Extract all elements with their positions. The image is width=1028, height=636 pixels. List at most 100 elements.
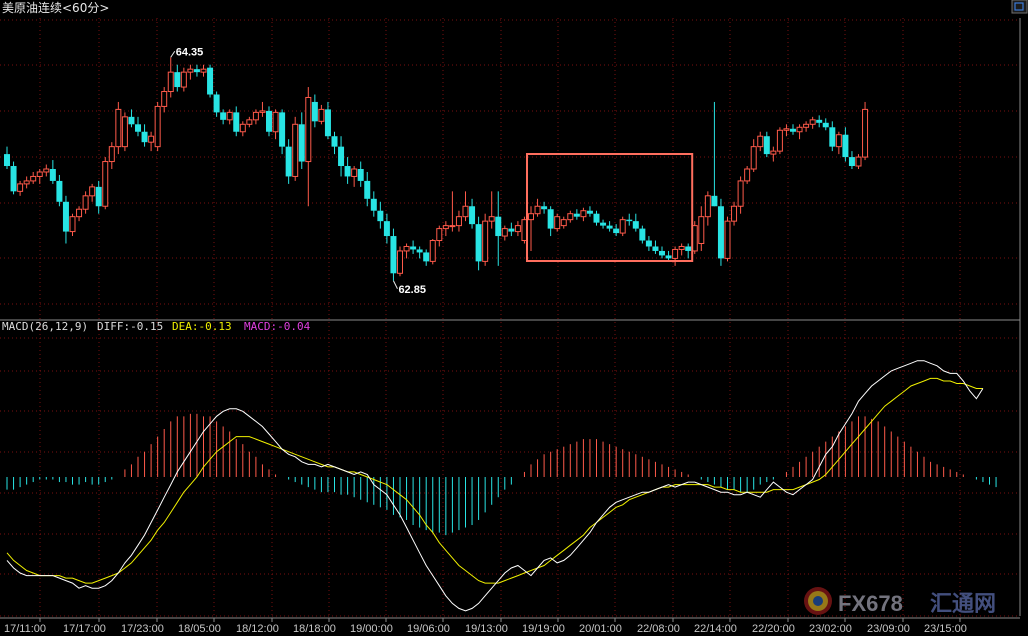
candle-body [89,186,96,197]
chart-title: 美原油连续<60分> [2,0,109,15]
candle-body [750,146,757,170]
candle-body [790,128,796,132]
candle-down [717,198,724,266]
watermark-subtext: 汇通网 [930,591,996,616]
candle-body [43,168,50,173]
candle-body [593,213,600,223]
candle-body [128,116,135,125]
candle-body [62,201,69,232]
candle-body [757,135,764,148]
candle-body [803,123,810,128]
candle-body [30,175,37,182]
candle-body [429,240,436,262]
candle-body [560,219,567,227]
x-tick-label: 23/09:00 [867,623,910,635]
watermark-text: FX678 [838,591,903,616]
candle-body [95,186,102,207]
candle-body [180,71,187,88]
candle-body [364,180,371,199]
candle-body [547,209,554,229]
candle-body [193,69,200,73]
candle-body [855,156,862,167]
candle-body [731,205,738,222]
candle-body [862,108,869,158]
candle-body [121,116,128,148]
candle-body [135,124,141,132]
candle-body [410,246,417,250]
candle-up [154,101,161,152]
candle-body [4,154,10,167]
x-tick-label: 19/19:00 [522,623,565,635]
candle-up [102,157,109,210]
candle-body [226,111,233,121]
candle-body [796,126,803,133]
x-tick-label: 17/23:00 [121,623,164,635]
macd-value-label: MACD:-0.04 [244,320,311,333]
x-tick-label: 19/06:00 [407,623,450,635]
candle-body [10,166,17,192]
candle-body [324,109,331,137]
candle-body [213,94,220,113]
candle-down [266,106,272,137]
window-restore-icon[interactable] [1011,0,1028,14]
candle-body [501,228,508,237]
candle-body [717,206,724,259]
candle-body [292,123,299,177]
candle-up [724,216,731,262]
candle-body [246,119,253,125]
candle-up [619,216,626,237]
x-tick-label: 19/00:00 [350,623,393,635]
candle-body [809,119,816,125]
x-tick-label: 23/15:00 [924,623,967,635]
candle-body [514,225,521,233]
candle-body [311,101,318,122]
candle-body [835,134,842,148]
candle-body [115,108,122,148]
candle-body [469,206,476,225]
candle-body [554,216,561,230]
candle-body [698,216,705,244]
candle-body [239,123,246,133]
candle-body [737,180,744,207]
candle-down [390,228,397,281]
macd-header: MACD(26,12,9) DIFF:-0.15 DEA:-0.13 MACD:… [2,320,311,333]
candle-body [252,111,259,121]
candle-body [148,135,155,143]
candle-body [36,171,43,177]
candle-body [108,146,115,163]
candle-body [606,225,613,229]
candle-body [141,131,148,143]
candle-body [528,213,534,221]
candle-body [49,169,56,181]
candle-body [403,245,410,252]
candle-body [495,216,502,237]
candle-up [115,101,122,155]
annotation-label: 64.35 [176,46,204,58]
candle-body [455,216,462,227]
candle-body [233,112,240,132]
x-tick-label: 18/18:00 [293,623,336,635]
x-tick-label: 22/08:00 [637,623,680,635]
candle-body [436,228,443,242]
candle-up [121,112,128,152]
candle-body [724,220,731,259]
candle-body [318,108,325,122]
candle-body [442,225,449,230]
candle-body [829,127,836,147]
candle-body [639,228,646,241]
candle-up [776,127,783,155]
candle-body [17,183,24,192]
chart-canvas: 64.35 62.85 17/11:00 17/17:00 17/23:00 18/05… [0,0,1028,636]
candle-body [338,146,345,167]
candle-body [665,255,672,259]
candle-body [383,221,390,237]
candle-body [377,210,384,222]
candle-body [685,246,692,251]
candle-body [305,96,312,163]
candle-up [554,213,561,232]
candle-body [220,112,227,120]
candle-up [292,116,299,181]
candle-body [416,249,423,253]
candle-body [351,168,358,177]
candle-up [862,101,869,161]
